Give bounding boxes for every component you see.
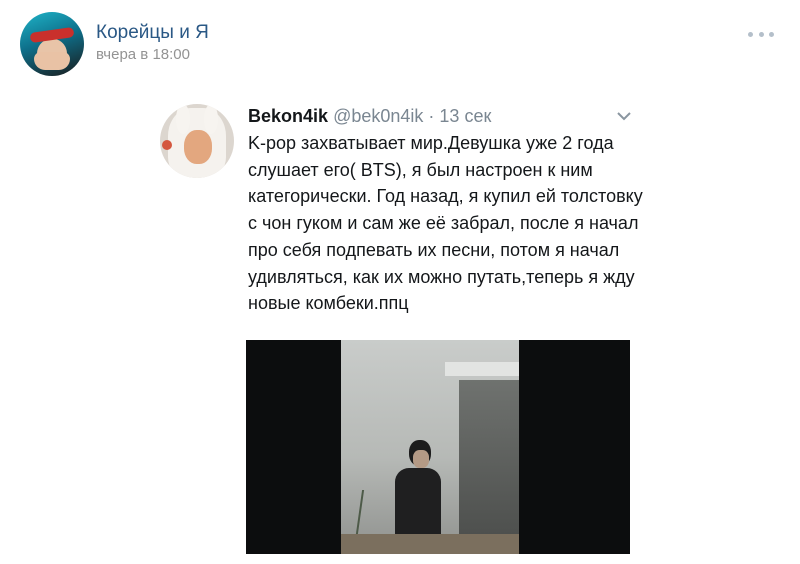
tweet-photo <box>246 340 630 554</box>
photo-icon <box>341 340 519 554</box>
post-header: Корейцы и Я вчера в 18:00 <box>0 0 800 92</box>
flower-icon <box>162 140 172 150</box>
photo-table <box>341 534 519 554</box>
chevron-down-icon <box>617 112 631 121</box>
tweet-text: K-pop захватывает мир.Девушка уже 2 года… <box>248 133 643 314</box>
more-horizontal-icon-dot <box>758 31 764 37</box>
photo-person-face <box>413 450 429 468</box>
tweet-time: 13 сек <box>439 106 492 126</box>
embedded-tweet-screenshot: Bekon4ik @bek0n4ik · 13 сек K-pop захват… <box>150 92 650 564</box>
tweet-author-avatar <box>160 104 234 178</box>
bunny-ear-icon <box>176 104 190 134</box>
photo-person-body <box>395 468 441 538</box>
bunny-ear-icon <box>204 104 218 134</box>
more-options-button[interactable] <box>748 28 774 40</box>
avatar-hand <box>34 52 70 70</box>
tweet-handle: @bek0n4ik <box>333 106 424 126</box>
photo-cabinet <box>459 380 519 554</box>
photo-plant <box>355 490 385 534</box>
photo-shelf <box>445 362 519 376</box>
group-avatar[interactable] <box>20 12 84 76</box>
tweet-separator: · <box>428 106 435 126</box>
tweet-header: Bekon4ik @bek0n4ik · 13 сек <box>248 104 491 128</box>
more-horizontal-icon <box>748 31 753 37</box>
more-horizontal-icon-dot <box>769 31 774 37</box>
group-name-link[interactable]: Корейцы и Я <box>96 22 209 44</box>
post-time-link[interactable]: вчера в 18:00 <box>96 46 190 64</box>
tweet-display-name: Bekon4ik <box>248 106 329 126</box>
avatar-face <box>184 130 212 164</box>
avatar-bandana <box>29 26 75 44</box>
